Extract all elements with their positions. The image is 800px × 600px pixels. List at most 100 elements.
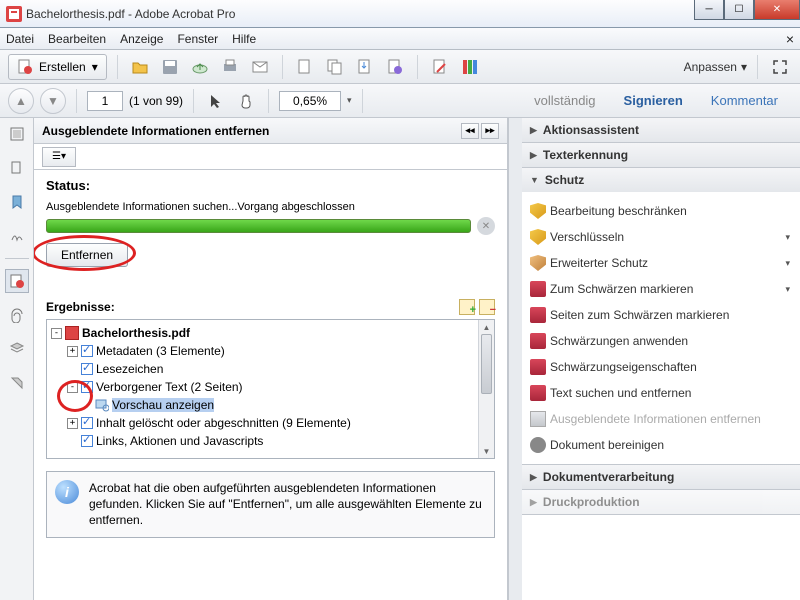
rail-tags-icon[interactable] xyxy=(5,371,29,395)
tree-scrollbar[interactable]: ▲ ▼ xyxy=(478,320,494,458)
panel-prev-button[interactable]: ◂◂ xyxy=(461,123,479,139)
collapse-all-icon[interactable]: − xyxy=(479,299,495,315)
rail-signatures-icon[interactable] xyxy=(5,224,29,248)
rail-layers-icon[interactable] xyxy=(5,337,29,361)
menu-fenster[interactable]: Fenster xyxy=(177,32,218,46)
checkbox[interactable] xyxy=(81,345,93,357)
tree-root[interactable]: - Bachelorthesis.pdf xyxy=(51,324,490,342)
hand-tool-button[interactable] xyxy=(234,89,258,113)
checkbox[interactable] xyxy=(81,363,93,375)
schutz-item-search-remove[interactable]: Text suchen und entfernen xyxy=(522,380,800,406)
combine-button[interactable] xyxy=(323,55,347,79)
rail-bookmark-icon[interactable] xyxy=(5,190,29,214)
gear-icon xyxy=(530,437,546,453)
panel-next-button[interactable]: ▸▸ xyxy=(481,123,499,139)
zoom-input[interactable] xyxy=(279,91,341,111)
rail-pages-icon[interactable] xyxy=(5,156,29,180)
section-druckproduktion[interactable]: ▶Druckproduktion xyxy=(522,490,800,514)
chevron-down-icon: ▾ xyxy=(92,60,98,74)
rail-thumbnails-icon[interactable] xyxy=(5,122,29,146)
menu-anzeige[interactable]: Anzeige xyxy=(120,32,163,46)
share-button[interactable] xyxy=(383,55,407,79)
link-signieren[interactable]: Signieren xyxy=(610,93,697,108)
close-button[interactable]: ✕ xyxy=(754,0,800,20)
open-button[interactable] xyxy=(128,55,152,79)
cloud-button[interactable] xyxy=(188,55,212,79)
tree-item-label: Inhalt gelöscht oder abgeschnitten (9 El… xyxy=(96,416,351,430)
section-schutz[interactable]: ▼Schutz xyxy=(522,168,800,192)
redact-icon xyxy=(530,281,546,297)
page-up-button[interactable]: ▲ xyxy=(8,88,34,114)
item-label: Schwärzungen anwenden xyxy=(550,334,688,348)
chevron-right-icon: ▶ xyxy=(530,125,537,136)
tree-item[interactable]: Links, Aktionen und Javascripts xyxy=(51,432,490,450)
rail-hidden-info-icon[interactable] xyxy=(5,269,29,293)
link-vollstaendig[interactable]: vollständig xyxy=(520,93,609,108)
schutz-item-sanitize[interactable]: Dokument bereinigen xyxy=(522,432,800,458)
menu-bearbeiten[interactable]: Bearbeiten xyxy=(48,32,106,46)
scan-button[interactable] xyxy=(293,55,317,79)
expand-all-icon[interactable]: + xyxy=(459,299,475,315)
create-button[interactable]: Erstellen ▾ xyxy=(8,54,107,80)
tree-item[interactable]: - Verborgener Text (2 Seiten) xyxy=(51,378,490,396)
checkbox[interactable] xyxy=(81,435,93,447)
menu-datei[interactable]: Datei xyxy=(6,32,34,46)
customize-button[interactable]: Anpassen ▾ xyxy=(684,60,747,74)
checkbox[interactable] xyxy=(81,381,93,393)
schutz-item-apply-redact[interactable]: Schwärzungen anwenden xyxy=(522,328,800,354)
checkbox[interactable] xyxy=(81,417,93,429)
tree-item-label: Links, Aktionen und Javascripts xyxy=(96,434,263,448)
expander-icon[interactable]: - xyxy=(51,328,62,339)
results-tree[interactable]: - Bachelorthesis.pdf + Metadaten (3 Elem… xyxy=(46,319,495,459)
chevron-down-icon: ▾ xyxy=(741,60,747,74)
print-button[interactable] xyxy=(218,55,242,79)
remove-button[interactable]: Entfernen xyxy=(46,243,128,267)
schutz-item-restrict[interactable]: Bearbeitung beschränken xyxy=(522,198,800,224)
section-texterkennung[interactable]: ▶Texterkennung xyxy=(522,143,800,167)
page-down-button[interactable]: ▼ xyxy=(40,88,66,114)
section-aktionsassistent[interactable]: ▶ Aktionsassistent xyxy=(522,118,800,142)
expander-icon[interactable]: + xyxy=(67,346,78,357)
tree-item-preview[interactable]: Vorschau anzeigen xyxy=(51,396,490,414)
doc-scrollbar[interactable] xyxy=(508,118,522,600)
export-button[interactable] xyxy=(353,55,377,79)
tree-item[interactable]: + Inhalt gelöscht oder abgeschnitten (9 … xyxy=(51,414,490,432)
panel-options-button[interactable]: ☰▾ xyxy=(42,147,76,167)
tree-item-label: Metadaten (3 Elemente) xyxy=(96,344,225,358)
rail-attachments-icon[interactable] xyxy=(5,303,29,327)
status-message: Ausgeblendete Informationen suchen...Vor… xyxy=(46,201,495,213)
expander-icon[interactable]: - xyxy=(67,382,78,393)
fullscreen-button[interactable] xyxy=(768,55,792,79)
menubar-close-icon[interactable]: × xyxy=(786,31,794,47)
menu-hilfe[interactable]: Hilfe xyxy=(232,32,256,46)
shield-icon xyxy=(530,203,546,219)
schutz-item-mark-redact[interactable]: Zum Schwärzen markieren▾ xyxy=(522,276,800,302)
tree-item[interactable]: Lesezeichen xyxy=(51,360,490,378)
cancel-icon[interactable]: ✕ xyxy=(477,217,495,235)
edit-text-button[interactable] xyxy=(428,55,452,79)
color-button[interactable] xyxy=(458,55,482,79)
create-label: Erstellen xyxy=(39,60,86,74)
item-label: Seiten zum Schwärzen markieren xyxy=(550,308,729,322)
section-dokumentverarbeitung[interactable]: ▶Dokumentverarbeitung xyxy=(522,465,800,489)
schutz-item-mark-pages[interactable]: Seiten zum Schwärzen markieren xyxy=(522,302,800,328)
save-button[interactable] xyxy=(158,55,182,79)
schutz-item-advanced[interactable]: Erweiterter Schutz▾ xyxy=(522,250,800,276)
item-label: Zum Schwärzen markieren xyxy=(550,282,693,296)
tree-item[interactable]: + Metadaten (3 Elemente) xyxy=(51,342,490,360)
item-label: Bearbeitung beschränken xyxy=(550,204,687,218)
schutz-item-redact-props[interactable]: Schwärzungseigenschaften xyxy=(522,354,800,380)
chevron-down-icon[interactable]: ▾ xyxy=(347,95,352,106)
item-label: Ausgeblendete Informationen entfernen xyxy=(550,412,761,426)
status-label: Status: xyxy=(46,178,495,193)
section-label: Aktionsassistent xyxy=(543,123,639,137)
minimize-button[interactable]: ─ xyxy=(694,0,724,20)
select-tool-button[interactable] xyxy=(204,89,228,113)
mail-button[interactable] xyxy=(248,55,272,79)
page-number-input[interactable] xyxy=(87,91,123,111)
item-label: Text suchen und entfernen xyxy=(550,386,691,400)
maximize-button[interactable]: ☐ xyxy=(724,0,754,20)
schutz-item-encrypt[interactable]: Verschlüsseln▾ xyxy=(522,224,800,250)
link-kommentar[interactable]: Kommentar xyxy=(697,93,792,108)
expander-icon[interactable]: + xyxy=(67,418,78,429)
